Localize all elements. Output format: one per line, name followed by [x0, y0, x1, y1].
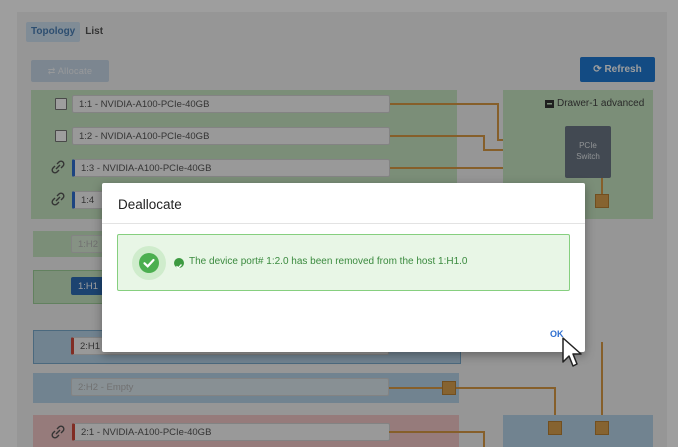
mouse-cursor-icon: [562, 337, 582, 367]
dialog-title: Deallocate: [118, 197, 182, 212]
success-icon: [132, 246, 166, 280]
alert-message: The device port# 1:2.0 has been removed …: [189, 256, 468, 267]
dialog-divider: [102, 223, 585, 224]
success-alert: The device port# 1:2.0 has been removed …: [117, 234, 570, 291]
deallocate-dialog: Deallocate The device port# 1:2.0 has be…: [102, 183, 585, 352]
check-circle-icon: [174, 258, 184, 269]
